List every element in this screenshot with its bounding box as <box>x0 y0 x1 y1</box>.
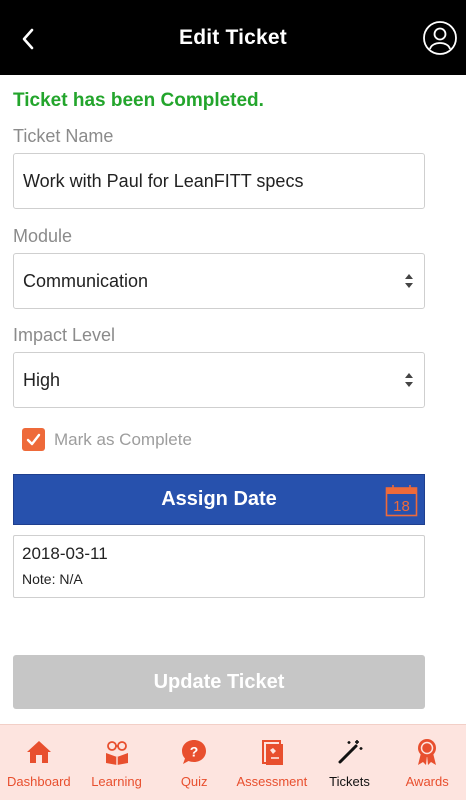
svg-text:?: ? <box>190 744 199 760</box>
ticket-name-field[interactable] <box>13 153 425 209</box>
update-ticket-button[interactable]: Update Ticket <box>13 655 425 709</box>
impact-level-label: Impact Level <box>13 325 116 345</box>
mark-complete-row[interactable]: Mark as Complete <box>22 428 192 451</box>
tab-quiz-label: Quiz <box>180 774 208 789</box>
tab-tickets[interactable]: Tickets <box>311 725 389 800</box>
profile-button[interactable] <box>422 20 458 56</box>
assigned-date-box: 2018-03-11 Note: N/A <box>13 535 425 598</box>
bottom-tab-bar: Dashboard Learning ? Quiz Assessment Tic… <box>0 724 466 800</box>
tab-awards[interactable]: Awards <box>388 725 466 800</box>
tab-dashboard[interactable]: Dashboard <box>0 725 78 800</box>
module-value: Communication <box>23 270 149 291</box>
module-label: Module <box>13 226 73 246</box>
module-select[interactable]: Communication <box>13 253 425 309</box>
status-message: Ticket has been Completed. <box>13 90 264 111</box>
quiz-icon: ? <box>180 738 208 766</box>
mark-complete-label: Mark as Complete <box>54 429 192 449</box>
assigned-date-value: 2018-03-11 <box>22 544 108 563</box>
tab-awards-label: Awards <box>405 774 449 789</box>
impact-level-select[interactable]: High <box>13 352 425 408</box>
page-title: Edit Ticket <box>178 26 287 49</box>
award-ribbon-icon <box>413 738 441 766</box>
user-circle-icon <box>423 21 457 55</box>
assign-date-button[interactable]: Assign Date 18 <box>13 474 425 525</box>
tab-dashboard-label: Dashboard <box>7 774 71 789</box>
ticket-name-input[interactable] <box>23 170 424 192</box>
assigned-date-note: Note: N/A <box>22 571 83 587</box>
calendar-day: 18 <box>393 498 410 515</box>
learning-icon <box>103 738 131 766</box>
tab-quiz[interactable]: ? Quiz <box>155 725 233 800</box>
home-icon <box>25 738 53 766</box>
checkmark-icon <box>26 433 41 446</box>
top-bar: Edit Ticket <box>0 0 466 75</box>
tab-learning-label: Learning <box>91 774 142 789</box>
assign-date-label: Assign Date <box>161 488 277 510</box>
sort-arrows-icon <box>405 274 413 288</box>
magic-wand-icon <box>336 738 364 766</box>
tab-assessment-label: Assessment <box>236 774 308 789</box>
tab-assessment[interactable]: Assessment <box>233 725 311 800</box>
mark-complete-checkbox[interactable] <box>22 428 45 451</box>
sort-arrows-icon <box>405 373 413 387</box>
ticket-name-label: Ticket Name <box>13 126 114 146</box>
tab-tickets-label: Tickets <box>329 774 370 789</box>
update-ticket-label: Update Ticket <box>153 670 285 693</box>
impact-level-value: High <box>23 369 61 390</box>
calendar-icon[interactable]: 18 <box>385 484 418 517</box>
tab-learning[interactable]: Learning <box>78 725 156 800</box>
assessment-icon <box>258 738 286 766</box>
